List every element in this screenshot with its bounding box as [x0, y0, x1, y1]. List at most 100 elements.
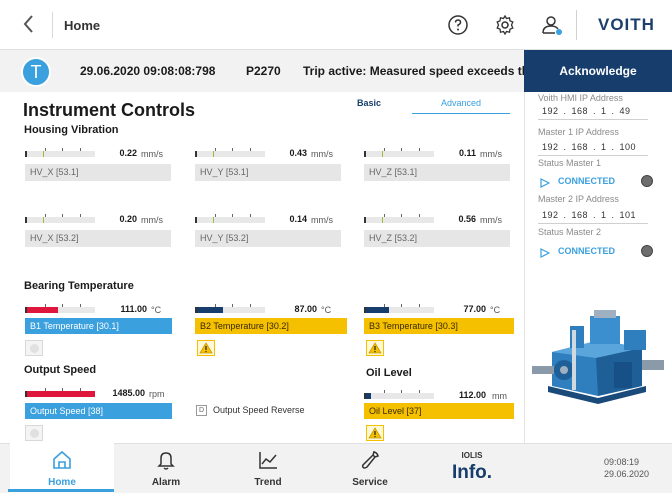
- gauge-fill: [197, 307, 223, 313]
- bell-icon[interactable]: [155, 449, 177, 471]
- settings-button[interactable]: [493, 13, 517, 37]
- user-icon[interactable]: [540, 13, 564, 37]
- vibration-sensor-hv-y-53-1[interactable]: 0.43 mm/s HV_Y [53.1]: [195, 146, 345, 182]
- gauge-fill: [366, 393, 371, 399]
- gauge-tick: [62, 148, 63, 151]
- nav-trend-label: Trend: [254, 477, 282, 488]
- gauge-tick: [62, 388, 63, 391]
- temperature-tag: B2 Temperature [30.2]: [195, 318, 347, 334]
- hmi-ip-label: Voith HMI IP Address: [538, 93, 623, 103]
- vibration-tag: HV_Z [53.1]: [364, 164, 510, 181]
- vibration-tag: HV_Y [53.1]: [195, 164, 341, 181]
- warning-icon: [197, 340, 215, 356]
- master2-ip-value: 192 . 168 . 1 . 101: [542, 210, 637, 220]
- warning-icon: [366, 340, 384, 356]
- master2-status-label: Status Master 2: [538, 227, 602, 237]
- oil-level-sensor[interactable]: 112.00 mm Oil Level [37]: [364, 388, 514, 444]
- vibration-tag: HV_Z [53.2]: [364, 230, 510, 247]
- warning-icon: [366, 425, 384, 441]
- nav-home[interactable]: Home: [10, 443, 114, 493]
- vibration-sensor-hv-x-53-2[interactable]: 0.20 mm/s HV_X [53.2]: [25, 212, 175, 248]
- master1-status-indicator: [641, 175, 653, 187]
- page-breadcrumb-title: Home: [64, 18, 101, 33]
- temperature-value: 87.00: [294, 304, 317, 314]
- nav-trend[interactable]: Trend: [216, 443, 320, 493]
- nav-service-label: Service: [352, 477, 388, 488]
- vibration-unit: mm/s: [141, 149, 163, 159]
- vibration-sensor-hv-z-53-2[interactable]: 0.56 mm/s HV_Z [53.2]: [364, 212, 514, 248]
- temperature-unit: °C: [151, 305, 162, 315]
- hmi-ip-underline: [538, 119, 648, 120]
- bearing-temperature-heading: Bearing Temperature: [24, 280, 134, 292]
- output-speed-reverse-label: Output Speed Reverse: [213, 405, 305, 415]
- acknowledge-button[interactable]: Acknowledge: [524, 50, 672, 92]
- output-speed-reverse-checkbox[interactable]: D: [196, 405, 207, 416]
- help-button[interactable]: [446, 13, 470, 37]
- gauge-limit-mark: [43, 151, 44, 157]
- hmi-ip-value: 192 . 168 . 1 . 49: [542, 106, 631, 116]
- gauge-tick: [45, 148, 46, 151]
- vibration-unit: mm/s: [480, 149, 502, 159]
- wrench-icon[interactable]: [359, 449, 381, 471]
- vibration-sensor-hv-z-53-1[interactable]: 0.11 mm/s HV_Z [53.1]: [364, 146, 514, 182]
- master1-status-label: Status Master 1: [538, 158, 602, 168]
- oil-unit: mm: [492, 391, 507, 401]
- user-button[interactable]: [540, 13, 564, 37]
- oil-value: 112.00: [458, 390, 486, 400]
- help-icon[interactable]: [446, 13, 470, 37]
- page-title: Instrument Controls: [23, 100, 196, 120]
- nav-iolis-info[interactable]: IOLIS Info.: [420, 443, 524, 493]
- vibration-sensor-hv-x-53-1[interactable]: 0.22 mm/s HV_X [53.1]: [25, 146, 175, 182]
- vibration-sensor-hv-y-53-2[interactable]: 0.14 mm/s HV_Y [53.2]: [195, 212, 345, 248]
- gauge-tick: [401, 390, 402, 393]
- gauge-tick: [215, 304, 216, 307]
- info-label: Info.: [451, 462, 493, 483]
- gauge-tick: [62, 214, 63, 217]
- housing-vibration-heading: Housing Vibration: [24, 124, 119, 136]
- gauge-fill: [366, 307, 389, 313]
- alarm-timestamp: 29.06.2020 09:08:08:798: [80, 64, 216, 78]
- bearing-sensor-b2[interactable]: 87.00 °C B2 Temperature [30.2]: [195, 302, 347, 358]
- master1-ip-label: Master 1 IP Address: [538, 127, 619, 137]
- gauge-tick: [401, 304, 402, 307]
- gauge-limit-mark: [213, 217, 214, 223]
- header-divider: [52, 12, 53, 38]
- tab-advanced[interactable]: Advanced: [412, 98, 510, 114]
- vibration-unit: mm/s: [311, 215, 333, 225]
- chevron-left-icon[interactable]: [22, 14, 34, 34]
- gauge-limit-mark: [382, 217, 383, 223]
- temperature-tag: B1 Temperature [30.1]: [25, 318, 172, 334]
- brand-logo: VOITH: [598, 15, 655, 34]
- speed-tag: Output Speed [38]: [25, 403, 172, 419]
- bearing-sensor-b3[interactable]: 77.00 °C B3 Temperature [30.3]: [364, 302, 514, 358]
- alarm-code: P2270: [246, 64, 281, 78]
- speed-value: 1485.00: [112, 388, 145, 398]
- gauge-tick: [384, 390, 385, 393]
- master2-status-value: CONNECTED: [558, 246, 616, 256]
- vibration-unit: mm/s: [480, 215, 502, 225]
- trend-chart-icon[interactable]: [257, 449, 279, 471]
- active-tab-indicator: [8, 489, 114, 492]
- nav-service[interactable]: Service: [318, 443, 422, 493]
- tab-basic[interactable]: Basic: [357, 98, 381, 108]
- nav-alarm[interactable]: Alarm: [114, 443, 218, 493]
- master2-ip-underline: [538, 223, 648, 224]
- gear-icon[interactable]: [493, 13, 517, 37]
- gauge-tick: [401, 214, 402, 217]
- vibration-tag: HV_Y [53.2]: [195, 230, 341, 247]
- vibration-unit: mm/s: [141, 215, 163, 225]
- gauge-tick: [215, 148, 216, 151]
- output-speed-sensor[interactable]: 1485.00 rpm Output Speed [38]: [25, 386, 175, 442]
- back-button[interactable]: [22, 14, 42, 36]
- gauge-tick: [384, 214, 385, 217]
- temperature-unit: °C: [490, 305, 501, 315]
- vibration-value: 0.43: [289, 148, 307, 158]
- vibration-value: 0.56: [458, 214, 476, 224]
- status-indicator: [25, 425, 43, 441]
- gauge-tick: [45, 388, 46, 391]
- bearing-sensor-b1[interactable]: 111.00 °C B1 Temperature [30.1]: [25, 302, 175, 358]
- home-icon[interactable]: [51, 449, 73, 471]
- oil-level-heading: Oil Level: [366, 367, 412, 379]
- clock-time: 09:08:19: [604, 457, 640, 467]
- master1-status-value: CONNECTED: [558, 176, 616, 186]
